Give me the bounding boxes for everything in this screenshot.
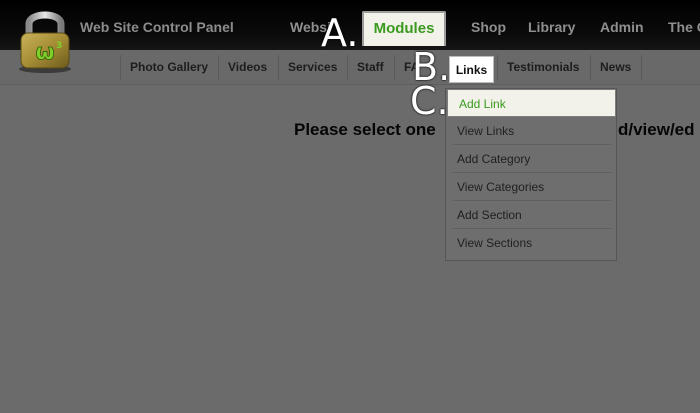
subnav-divider xyxy=(218,55,219,80)
subnav-photo-gallery[interactable]: Photo Gallery xyxy=(130,60,208,74)
subnav-divider xyxy=(394,55,395,80)
padlock-logo-icon[interactable]: ω 3 xyxy=(14,6,76,74)
main-nav-modules[interactable]: Modules xyxy=(362,11,446,46)
main-nav-admin[interactable]: Admin xyxy=(600,19,644,35)
subnav-divider xyxy=(278,55,279,80)
main-nav-library[interactable]: Library xyxy=(528,19,575,35)
main-nav-shop[interactable]: Shop xyxy=(471,19,506,35)
main-nav-overflow[interactable]: The C xyxy=(668,19,700,35)
app-title: Web Site Control Panel xyxy=(80,19,234,35)
svg-text:3: 3 xyxy=(56,41,62,51)
links-dropdown-menu: Add Link View Links Add Category View Ca… xyxy=(445,88,617,261)
step-annotation-c: C. xyxy=(410,79,449,123)
menu-item-add-category[interactable]: Add Category xyxy=(446,145,616,173)
subnav-divider xyxy=(641,55,642,80)
subnav-divider xyxy=(497,55,498,80)
subnav-testimonials[interactable]: Testimonials xyxy=(507,60,579,74)
menu-item-view-links[interactable]: View Links xyxy=(446,117,616,145)
sub-navigation-bar: Photo Gallery Videos Services Staff FA T… xyxy=(0,50,700,85)
subnav-links[interactable]: Links xyxy=(449,56,494,83)
content-message-right: d/view/ed xyxy=(618,120,695,139)
menu-item-add-link[interactable]: Add Link xyxy=(447,89,616,117)
menu-item-view-categories[interactable]: View Categories xyxy=(446,173,616,201)
subnav-services[interactable]: Services xyxy=(288,60,337,74)
menu-item-add-section[interactable]: Add Section xyxy=(446,201,616,229)
step-annotation-a: A. xyxy=(321,11,359,55)
main-nav-modules-label: Modules xyxy=(373,20,435,37)
subnav-news[interactable]: News xyxy=(600,60,631,74)
subnav-divider xyxy=(590,55,591,80)
subnav-divider xyxy=(120,55,121,80)
subnav-staff[interactable]: Staff xyxy=(357,60,384,74)
menu-item-view-sections[interactable]: View Sections xyxy=(446,229,616,257)
content-message-left: Please select one xyxy=(294,120,436,139)
subnav-divider xyxy=(347,55,348,80)
subnav-links-label: Links xyxy=(455,63,488,77)
svg-text:ω: ω xyxy=(35,40,54,65)
subnav-videos[interactable]: Videos xyxy=(228,60,267,74)
